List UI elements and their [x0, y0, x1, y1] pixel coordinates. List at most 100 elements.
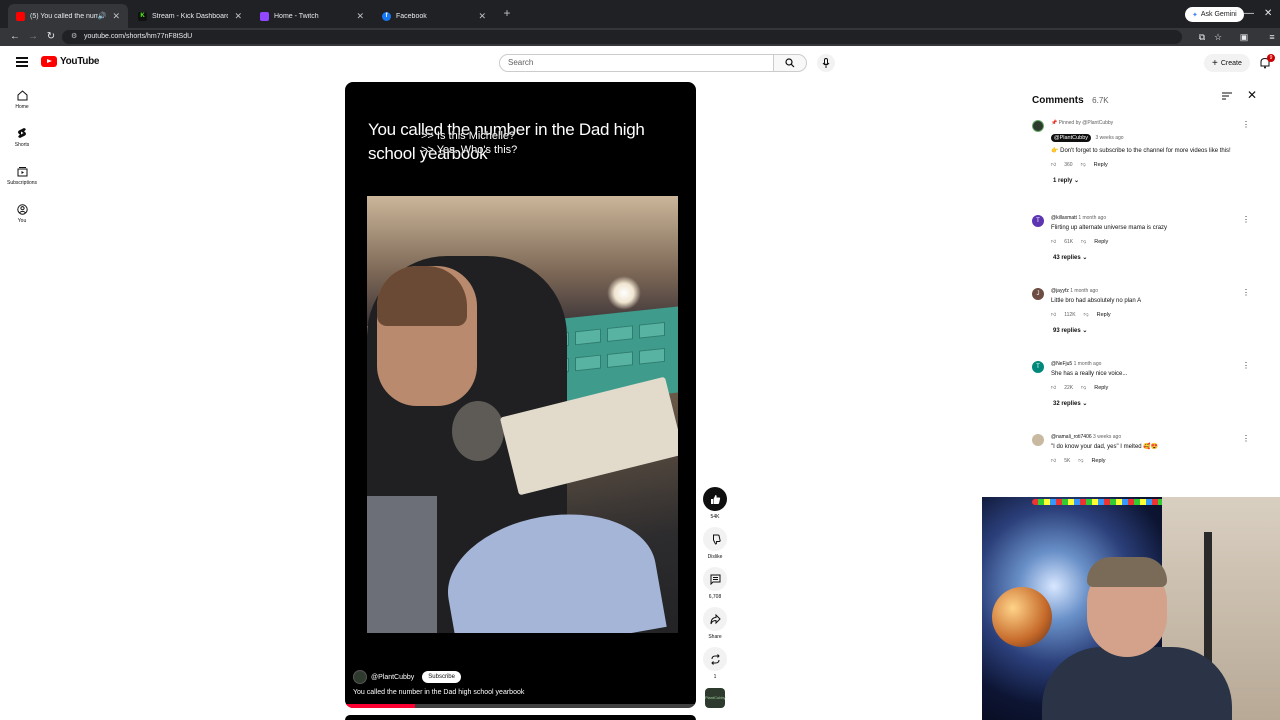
guide-menu-icon[interactable] [16, 57, 28, 67]
search-button[interactable] [774, 54, 807, 72]
view-replies-button[interactable]: 1 reply ⌄ [1053, 177, 1251, 184]
remix-button[interactable]: 1 [702, 647, 728, 680]
sound-thumbnail[interactable]: PlantCubby [705, 688, 726, 708]
share-label: Share [708, 634, 722, 640]
comment-time[interactable]: 3 weeks ago [1093, 434, 1121, 440]
comment-menu-icon[interactable]: ⋮ [1242, 288, 1250, 297]
menu-icon[interactable]: ≡ [1266, 31, 1278, 43]
youtube-logo[interactable]: YouTube [41, 56, 100, 67]
view-replies-button[interactable]: 93 replies ⌄ [1053, 327, 1251, 334]
kick-favicon-icon: K [138, 11, 147, 21]
comments-count: 6,708 [708, 594, 722, 600]
forward-icon[interactable]: → [26, 30, 40, 44]
video-title[interactable]: You called the number in the Dad high sc… [353, 689, 524, 696]
tab-twitch[interactable]: Home - Twitch ✕ [252, 4, 372, 28]
minimize-icon[interactable]: — [1244, 8, 1254, 19]
dislike-comment-button[interactable]: 👎︎ [1084, 312, 1089, 318]
guide-label: You [17, 218, 27, 224]
comment-time[interactable]: 1 month ago [1070, 288, 1098, 294]
comment-avatar[interactable]: T [1032, 215, 1044, 227]
comment-author[interactable]: @NeFju5 [1051, 361, 1072, 367]
new-tab-button[interactable]: + [500, 6, 514, 22]
reply-button[interactable]: Reply [1094, 162, 1108, 168]
comment-likes: 61K [1064, 239, 1074, 245]
comment-menu-icon[interactable]: ⋮ [1242, 361, 1250, 370]
sort-icon[interactable] [1221, 90, 1233, 102]
comment-avatar[interactable]: J [1032, 288, 1044, 300]
close-tab-icon[interactable]: ✕ [356, 11, 364, 22]
tab-youtube[interactable]: (5) You called the number 🔊 ✕ [8, 4, 128, 28]
guide-item-shorts[interactable]: Shorts [0, 126, 44, 148]
window-close-icon[interactable]: ✕ [1264, 8, 1272, 19]
comment-time[interactable]: 1 month ago [1078, 215, 1106, 221]
dislike-comment-button[interactable]: 👎︎ [1081, 162, 1086, 168]
reply-button[interactable]: Reply [1094, 239, 1108, 245]
comment-text: Flirting up alternate universe mama is c… [1051, 225, 1168, 231]
comment-author[interactable]: @namali_roti7406 [1051, 434, 1092, 440]
comment-menu-icon[interactable]: ⋮ [1242, 434, 1250, 443]
home-icon [17, 89, 27, 100]
like-comment-button[interactable]: 👍︎ [1051, 385, 1056, 391]
shorts-icon [18, 128, 26, 138]
guide-label: Home [15, 104, 29, 110]
close-tab-icon[interactable]: ✕ [112, 11, 120, 22]
tab-facebook[interactable]: f Facebook ✕ [374, 4, 494, 28]
comment-avatar[interactable] [1032, 434, 1044, 446]
url-field[interactable]: ⚙ youtube.com/shorts/hm77nF8tSdU [62, 30, 1182, 44]
next-short-preview[interactable] [345, 715, 696, 720]
view-replies-button[interactable]: 32 replies ⌄ [1053, 400, 1251, 407]
voice-search-button[interactable] [817, 54, 835, 72]
comments-button[interactable]: 6,708 [702, 567, 728, 600]
dislike-comment-button[interactable]: 👎︎ [1081, 385, 1086, 391]
site-info-icon[interactable]: ⚙ [71, 30, 77, 44]
create-button[interactable]: + Create [1204, 54, 1250, 72]
notifications-button[interactable]: 9 [1259, 54, 1275, 70]
dislike-comment-button[interactable]: 👎︎ [1078, 458, 1083, 464]
logo-text: YouTube [60, 56, 100, 67]
channel-name[interactable]: @PlantCubby [371, 674, 414, 681]
remix-count: 1 [713, 674, 717, 680]
back-icon[interactable]: ← [8, 30, 22, 44]
comment-menu-icon[interactable]: ⋮ [1242, 215, 1250, 224]
close-tab-icon[interactable]: ✕ [234, 11, 242, 22]
dislike-comment-button[interactable]: 👎︎ [1081, 239, 1086, 245]
like-comment-button[interactable]: 👍︎ [1051, 162, 1056, 168]
bookmark-star-icon[interactable]: ☆ [1212, 31, 1224, 43]
reply-button[interactable]: Reply [1091, 458, 1105, 464]
comment-avatar[interactable] [1032, 120, 1044, 132]
webcam-overlay [982, 497, 1280, 720]
share-icon [710, 613, 721, 624]
reply-button[interactable]: Reply [1094, 385, 1108, 391]
search-input[interactable]: Search [499, 54, 774, 72]
shorts-video-player[interactable]: You called the number in the Dad high sc… [345, 82, 696, 708]
channel-avatar[interactable] [353, 670, 367, 684]
ask-gemini-button[interactable]: ✦ Ask Gemini [1185, 7, 1244, 22]
reload-icon[interactable]: ↻ [44, 30, 58, 44]
comment-menu-icon[interactable]: ⋮ [1242, 120, 1250, 129]
like-button[interactable]: 54K [702, 487, 728, 520]
like-comment-button[interactable]: 👍︎ [1051, 458, 1056, 464]
guide-item-you[interactable]: You [0, 202, 44, 224]
like-comment-button[interactable]: 👍︎ [1051, 239, 1056, 245]
comment-author[interactable]: @jayyfz [1051, 288, 1069, 294]
close-tab-icon[interactable]: ✕ [478, 11, 486, 22]
close-comments-icon[interactable]: ✕ [1247, 88, 1257, 102]
guide-item-subscriptions[interactable]: Subscriptions [0, 164, 44, 186]
video-progress-bar[interactable] [345, 704, 696, 708]
like-comment-button[interactable]: 👍︎ [1051, 312, 1056, 318]
comment-time[interactable]: 1 month ago [1074, 361, 1102, 367]
reply-button[interactable]: Reply [1097, 312, 1111, 318]
install-icon[interactable]: ⧉ [1196, 31, 1208, 43]
dislike-button[interactable]: Dislike [702, 527, 728, 560]
comment-author[interactable]: @killaxmatt [1051, 215, 1077, 221]
guide-item-home[interactable]: Home [0, 88, 44, 110]
subscribe-button[interactable]: Subscribe [422, 671, 461, 683]
comment-avatar[interactable]: T [1032, 361, 1044, 373]
share-button[interactable]: Share [702, 607, 728, 640]
tab-kick[interactable]: K Stream - Kick Dashboard ✕ [130, 4, 250, 28]
view-replies-button[interactable]: 43 replies ⌄ [1053, 254, 1251, 261]
audio-icon[interactable]: 🔊 [98, 12, 107, 20]
comment-author[interactable]: @PlantCubby [1051, 134, 1092, 142]
side-panel-icon[interactable]: ▣ [1238, 31, 1250, 43]
comment-time[interactable]: 3 weeks ago [1095, 135, 1123, 141]
